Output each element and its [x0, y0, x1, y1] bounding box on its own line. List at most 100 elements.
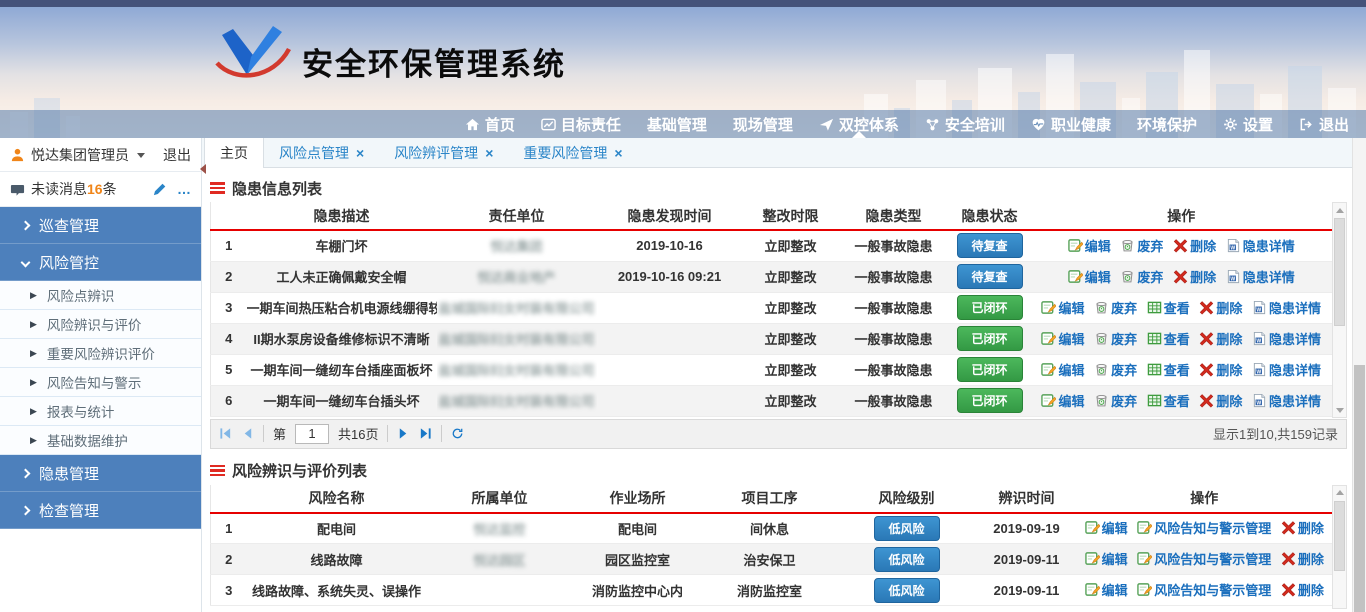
- sidebar-subitem[interactable]: ▶ 风险辨识与评价: [0, 310, 201, 339]
- view-link[interactable]: 查看: [1147, 391, 1190, 410]
- discard-icon: [1094, 393, 1109, 408]
- user-name[interactable]: 悦达集团管理员: [31, 145, 129, 165]
- cell-type: 一般事故隐患: [839, 230, 949, 261]
- sidebar-collapse-arrow-icon[interactable]: [200, 164, 206, 174]
- page-scrollbar-thumb[interactable]: [1354, 365, 1365, 612]
- edit-link[interactable]: 编辑: [1085, 580, 1128, 599]
- detail-link[interactable]: W隐患详情: [1252, 329, 1321, 348]
- edit-link[interactable]: 编辑: [1041, 360, 1084, 379]
- sidebar-subitem[interactable]: ▶ 基础数据维护: [0, 426, 201, 455]
- nav-item-health[interactable]: 职业健康: [1018, 110, 1124, 138]
- caret-down-icon[interactable]: [137, 153, 145, 158]
- close-icon[interactable]: ×: [356, 146, 364, 160]
- scroll-up-icon[interactable]: [1333, 486, 1346, 500]
- scrollbar-thumb[interactable]: [1334, 501, 1345, 571]
- edit-link[interactable]: 编辑: [1085, 549, 1128, 568]
- nav-item-target[interactable]: 目标责任: [528, 110, 634, 138]
- notice-link[interactable]: 风险告知与警示管理: [1137, 518, 1271, 537]
- next-page-button[interactable]: [397, 427, 410, 440]
- nav-item-environment[interactable]: 环境保护: [1124, 110, 1210, 138]
- edit-link[interactable]: 编辑: [1085, 518, 1128, 537]
- close-icon[interactable]: ×: [614, 146, 622, 160]
- edit-link[interactable]: 编辑: [1041, 329, 1084, 348]
- nav-item-site[interactable]: 现场管理: [720, 110, 806, 138]
- edit-link[interactable]: 编辑: [1041, 391, 1084, 410]
- sidebar-subitem[interactable]: ▶ 报表与统计: [0, 397, 201, 426]
- sidebar-item-risk-control[interactable]: 风险管控: [0, 244, 201, 281]
- detail-link[interactable]: W隐患详情: [1252, 298, 1321, 317]
- notice-link[interactable]: 风险告知与警示管理: [1137, 549, 1271, 568]
- delete-link[interactable]: 删除: [1281, 518, 1324, 537]
- detail-link[interactable]: W隐患详情: [1252, 391, 1321, 410]
- more-dots-icon[interactable]: …: [177, 181, 191, 197]
- page-scrollbar[interactable]: [1352, 138, 1366, 612]
- tab-risk-eval[interactable]: 风险辨评管理 ×: [379, 138, 508, 167]
- sidebar-subitem[interactable]: ▶ 重要风险辨识评价: [0, 339, 201, 368]
- delete-link[interactable]: 删除: [1173, 236, 1216, 255]
- discard-link[interactable]: 废弃: [1120, 236, 1163, 255]
- discard-link[interactable]: 废弃: [1094, 329, 1137, 348]
- delete-link[interactable]: 删除: [1199, 391, 1242, 410]
- risk-table-row: 1 配电间 悦达监控 配电间 间休息 低风险 2019-09-19 编辑 风险告…: [211, 513, 1333, 544]
- notice-link[interactable]: 风险告知与警示管理: [1137, 580, 1271, 599]
- discard-link[interactable]: 废弃: [1094, 391, 1137, 410]
- nav-item-home[interactable]: 首页: [452, 110, 528, 138]
- delete-link[interactable]: 删除: [1173, 267, 1216, 286]
- nav-item-dual-control[interactable]: 双控体系: [806, 110, 912, 138]
- view-icon: [1147, 362, 1162, 377]
- sidebar-logout-link[interactable]: 退出: [163, 145, 191, 165]
- sidebar-item-inspection[interactable]: 检查管理: [0, 492, 201, 529]
- view-link[interactable]: 查看: [1147, 298, 1190, 317]
- cell-unit: 盐城国际妇女时装有限公司: [437, 354, 597, 385]
- discard-icon: [1094, 300, 1109, 315]
- risk-table: 风险名称所属单位作业场所项目工序风险级别辨识时间操作 1 配电间 悦达监控 配电…: [210, 485, 1333, 607]
- refresh-button[interactable]: [451, 427, 464, 440]
- delete-link[interactable]: 删除: [1199, 298, 1242, 317]
- page-input[interactable]: [295, 424, 329, 444]
- nav-item-settings[interactable]: 设置: [1210, 110, 1286, 138]
- delete-link[interactable]: 删除: [1281, 580, 1324, 599]
- cell-unit: 盐城国际妇女时装有限公司: [437, 292, 597, 323]
- detail-link[interactable]: W隐患详情: [1252, 360, 1321, 379]
- discard-link[interactable]: 废弃: [1094, 360, 1137, 379]
- risk-table-scrollbar[interactable]: [1332, 485, 1347, 609]
- tab-major-risk[interactable]: 重要风险管理 ×: [508, 138, 637, 167]
- pencil-icon[interactable]: [152, 182, 167, 197]
- view-link[interactable]: 查看: [1147, 329, 1190, 348]
- scroll-up-icon[interactable]: [1333, 203, 1346, 217]
- close-icon[interactable]: ×: [485, 146, 493, 160]
- detail-link[interactable]: W隐患详情: [1226, 267, 1295, 286]
- tab-home[interactable]: 主页: [204, 138, 264, 168]
- column-header: 隐患描述: [247, 202, 437, 230]
- cell-status: 已闭环: [949, 354, 1031, 385]
- prev-page-button[interactable]: [241, 427, 254, 440]
- discard-link[interactable]: 废弃: [1120, 267, 1163, 286]
- unread-messages-label[interactable]: 未读消息16条: [31, 179, 117, 199]
- doc-icon: W: [1252, 393, 1267, 408]
- status-badge: 已闭环: [957, 326, 1023, 351]
- last-page-button[interactable]: [419, 427, 432, 440]
- delete-link[interactable]: 删除: [1281, 549, 1324, 568]
- scrollbar-thumb[interactable]: [1334, 218, 1345, 326]
- delete-link[interactable]: 删除: [1199, 329, 1242, 348]
- sidebar-subitem[interactable]: ▶ 风险点辨识: [0, 281, 201, 310]
- tab-risk-point[interactable]: 风险点管理 ×: [264, 138, 379, 167]
- discard-link[interactable]: 废弃: [1094, 298, 1137, 317]
- edit-link[interactable]: 编辑: [1041, 298, 1084, 317]
- hazard-table-scrollbar[interactable]: [1332, 202, 1347, 418]
- view-link[interactable]: 查看: [1147, 360, 1190, 379]
- scroll-down-icon[interactable]: [1333, 403, 1346, 417]
- first-page-button[interactable]: [219, 427, 232, 440]
- risk-table-box: 风险名称所属单位作业场所项目工序风险级别辨识时间操作 1 配电间 悦达监控 配电…: [210, 485, 1347, 607]
- delete-link[interactable]: 删除: [1199, 360, 1242, 379]
- sidebar-item-hazard[interactable]: 隐患管理: [0, 455, 201, 492]
- nav-item-training[interactable]: 安全培训: [912, 110, 1018, 138]
- edit-link[interactable]: 编辑: [1068, 267, 1111, 286]
- edit-link[interactable]: 编辑: [1068, 236, 1111, 255]
- sidebar-subitem[interactable]: ▶ 风险告知与警示: [0, 368, 201, 397]
- cell-operations: 编辑 废弃 查看 删除 W隐患详情: [1031, 292, 1333, 323]
- nav-item-logout[interactable]: 退出: [1286, 110, 1362, 138]
- sidebar-item-patrol[interactable]: 巡查管理: [0, 207, 201, 244]
- detail-link[interactable]: W隐患详情: [1226, 236, 1295, 255]
- nav-item-basic[interactable]: 基础管理: [634, 110, 720, 138]
